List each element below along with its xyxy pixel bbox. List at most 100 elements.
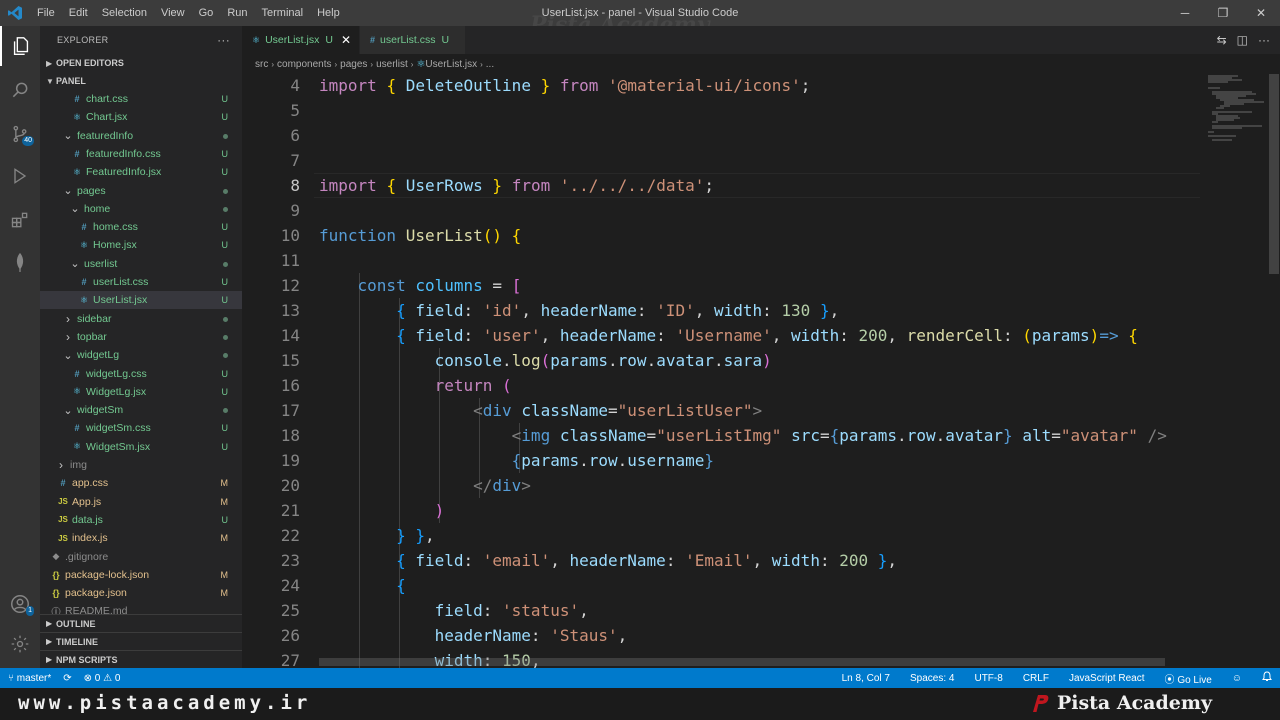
breadcrumb-item[interactable]: pages	[340, 59, 367, 70]
encoding-status[interactable]: UTF-8	[974, 673, 1002, 684]
status-dot-icon	[223, 316, 228, 322]
git-status-badge: U	[221, 386, 229, 397]
explorer-more-actions-button[interactable]: ···	[217, 33, 230, 47]
tree-file[interactable]: # home.css U	[40, 218, 242, 236]
close-window-button[interactable]: ✕	[1242, 0, 1280, 26]
editor-tab[interactable]: ⚛ UserList.jsx U ✕	[242, 26, 360, 54]
breadcrumb-item[interactable]: ...	[486, 59, 494, 70]
language-mode[interactable]: JavaScript React	[1069, 673, 1145, 684]
menu-go[interactable]: Go	[192, 0, 221, 26]
tree-folder[interactable]: › topbar	[40, 328, 242, 346]
js-file-icon: JS	[58, 515, 68, 525]
menu-help[interactable]: Help	[310, 0, 347, 26]
settings-gear-icon[interactable]	[0, 624, 40, 664]
branch-status[interactable]: ⑂ master*	[8, 673, 51, 684]
tree-file[interactable]: JS index.js M	[40, 529, 242, 547]
menu-edit[interactable]: Edit	[62, 0, 95, 26]
status-dot-icon	[223, 353, 228, 359]
tree-file[interactable]: # widgetLg.css U	[40, 365, 242, 383]
tree-file[interactable]: # featuredInfo.css U	[40, 145, 242, 163]
tree-folder[interactable]: ⌄ userlist	[40, 255, 242, 273]
vertical-scroll-thumb[interactable]	[1269, 74, 1279, 274]
outline-section[interactable]: ▶ OUTLINE	[40, 614, 242, 632]
tree-file[interactable]: # widgetSm.css U	[40, 419, 242, 437]
more-actions-icon[interactable]: ···	[1258, 33, 1270, 47]
close-tab-icon[interactable]: ✕	[341, 33, 351, 47]
tree-file[interactable]: JS App.js M	[40, 493, 242, 511]
tree-file[interactable]: ⚛ Home.jsx U	[40, 236, 242, 254]
run-debug-icon[interactable]	[0, 156, 40, 196]
menu-selection[interactable]: Selection	[95, 0, 154, 26]
timeline-section[interactable]: ▶ TIMELINE	[40, 632, 242, 650]
menu-run[interactable]: Run	[220, 0, 254, 26]
tree-file[interactable]: # app.css M	[40, 474, 242, 492]
tree-file[interactable]: ⚛ FeaturedInfo.jsx U	[40, 163, 242, 181]
notifications-bell-icon[interactable]	[1262, 671, 1272, 685]
horizontal-scrollbar[interactable]	[319, 658, 1165, 666]
tree-file[interactable]: {} package.json M	[40, 584, 242, 602]
editor-tab[interactable]: # userList.css U	[360, 26, 467, 54]
open-changes-icon[interactable]: ⇆	[1217, 33, 1227, 47]
feedback-icon[interactable]: ☺	[1232, 673, 1242, 684]
minimize-button[interactable]: ─	[1166, 0, 1204, 26]
chevron-right-icon: ›	[334, 59, 338, 69]
react-file-icon: ⚛	[416, 58, 426, 70]
tree-file[interactable]: ◆ .gitignore	[40, 548, 242, 566]
code-token: width	[771, 551, 820, 570]
breadcrumb-item[interactable]: UserList.jsx	[425, 59, 477, 70]
code-token: :	[819, 551, 840, 570]
mongodb-leaf-icon[interactable]	[0, 242, 40, 282]
tree-file[interactable]: ⚛ Chart.jsx U	[40, 108, 242, 126]
breadcrumb-item[interactable]: userlist	[376, 59, 408, 70]
tree-folder[interactable]: › sidebar	[40, 310, 242, 328]
code-token: =	[608, 401, 618, 420]
breadcrumb-item[interactable]: src	[255, 59, 268, 70]
split-editor-icon[interactable]: ◫	[1237, 33, 1248, 47]
code-token: .	[714, 351, 724, 370]
problems-status[interactable]: ⊗ 0 ⚠ 0	[84, 673, 121, 684]
tree-file[interactable]: ⚛ UserList.jsx U	[40, 291, 242, 310]
tree-file[interactable]: ⚛ WidgetSm.jsx U	[40, 438, 242, 456]
extensions-icon[interactable]	[0, 200, 40, 240]
tree-folder[interactable]: ⌄ widgetSm	[40, 401, 242, 419]
code-editor[interactable]: 4 5 6 7 8 9 10 11 12 13 14 15 16 17 18 19 20 21 22 23 24 25 26…	[242, 74, 1280, 668]
tree-folder[interactable]: › img	[40, 456, 242, 474]
open-editors-section[interactable]: ▶ OPEN EDITORS	[40, 54, 242, 72]
code-token: params	[521, 451, 580, 470]
code-token: avatar	[656, 351, 714, 370]
maximize-button[interactable]: ❐	[1204, 0, 1242, 26]
tree-folder[interactable]: ⌄ widgetLg	[40, 346, 242, 364]
go-live-button[interactable]: ⦿ Go Live	[1165, 671, 1212, 686]
eol-status[interactable]: CRLF	[1023, 673, 1049, 684]
indentation-status[interactable]: Spaces: 4	[910, 673, 954, 684]
npm-scripts-section[interactable]: ▶ NPM SCRIPTS	[40, 650, 242, 668]
tree-file[interactable]: JS data.js U	[40, 511, 242, 529]
code-token: ,	[829, 301, 840, 320]
menu-view[interactable]: View	[154, 0, 192, 26]
code-area[interactable]: import { DeleteOutline } from '@material…	[319, 74, 1199, 668]
minimap[interactable]	[1202, 74, 1266, 668]
git-status-badge: U	[221, 167, 229, 178]
tree-folder[interactable]: ⌄ pages	[40, 182, 242, 200]
search-icon[interactable]	[0, 70, 40, 110]
tree-file[interactable]: # userList.css U	[40, 273, 242, 291]
explorer-icon[interactable]	[0, 26, 40, 66]
menu-terminal[interactable]: Terminal	[255, 0, 311, 26]
tree-folder[interactable]: ⌄ featuredInfo	[40, 127, 242, 145]
cursor-position[interactable]: Ln 8, Col 7	[842, 673, 890, 684]
tree-file[interactable]: {} package-lock.json M	[40, 566, 242, 584]
breadcrumb-item[interactable]: components	[277, 59, 331, 70]
source-control-icon[interactable]: 40	[0, 114, 40, 154]
tree-folder[interactable]: ⌄ home	[40, 200, 242, 218]
explorer-sidebar: EXPLORER ··· ▶ OPEN EDITORS ▼ PANEL # cha…	[40, 26, 242, 668]
workspace-section[interactable]: ▼ PANEL	[40, 72, 242, 90]
sync-button[interactable]: ⟳	[63, 673, 71, 684]
tree-file[interactable]: ⚛ WidgetLg.jsx U	[40, 383, 242, 401]
tree-file[interactable]: # chart.css U	[40, 90, 242, 108]
menu-file[interactable]: File	[30, 0, 62, 26]
account-icon[interactable]: 1	[0, 584, 40, 624]
vertical-scrollbar[interactable]	[1268, 74, 1280, 668]
